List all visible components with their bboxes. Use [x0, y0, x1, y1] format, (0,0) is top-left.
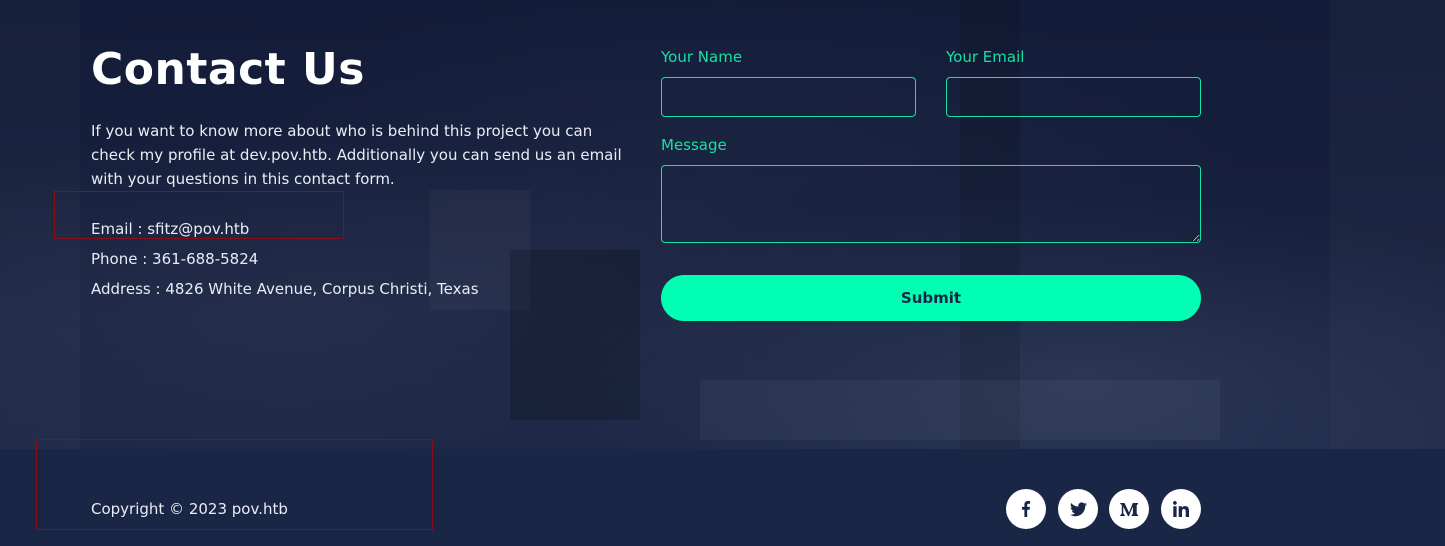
bg-shape [700, 380, 1220, 440]
facebook-icon [1022, 501, 1031, 517]
linkedin-icon [1173, 501, 1189, 517]
contact-section: Contact Us If you want to know more abou… [0, 0, 1445, 449]
intro-text: If you want to know more about who is be… [91, 122, 622, 188]
page-title: Contact Us [91, 44, 365, 95]
email-label: Your Email [946, 48, 1025, 66]
email-info: Email : sfitz@pov.htb [91, 220, 250, 238]
medium-link[interactable] [1109, 489, 1149, 529]
message-label: Message [661, 136, 727, 154]
bg-shape [1330, 0, 1445, 449]
bg-shape [0, 0, 80, 449]
address-info: Address : 4826 White Avenue, Corpus Chri… [91, 280, 479, 298]
phone-info: Phone : 361-688-5824 [91, 250, 259, 268]
twitter-link[interactable] [1058, 489, 1098, 529]
submit-button[interactable]: Submit [661, 275, 1201, 321]
linkedin-link[interactable] [1161, 489, 1201, 529]
email-input[interactable] [946, 77, 1201, 117]
copyright-text: Copyright © 2023 pov.htb [91, 500, 288, 518]
name-label: Your Name [661, 48, 743, 66]
name-input[interactable] [661, 77, 916, 117]
footer [0, 449, 1445, 546]
twitter-icon [1069, 501, 1087, 516]
medium-icon [1120, 503, 1138, 517]
message-textarea[interactable] [661, 165, 1201, 243]
page: Contact Us If you want to know more abou… [0, 0, 1445, 546]
facebook-link[interactable] [1006, 489, 1046, 529]
bg-shape [510, 250, 640, 420]
